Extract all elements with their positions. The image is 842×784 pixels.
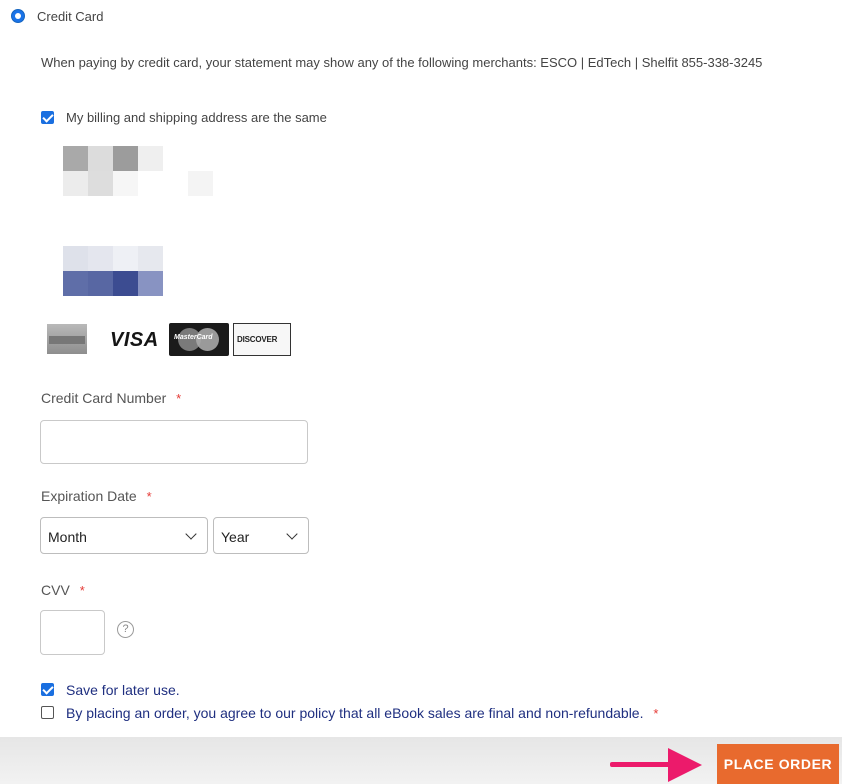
card-number-label-text: Credit Card Number [41,390,167,406]
cvv-label-text: CVV [41,582,70,598]
cvv-input[interactable] [40,610,105,655]
card-number-label: Credit Card Number * [41,390,181,406]
chevron-down-icon [286,528,298,540]
year-selected-value: Year [221,529,250,545]
mastercard-wordmark: MasterCard [174,334,213,341]
mastercard-logo-icon: MasterCard [169,323,229,356]
discover-wordmark: DISCOVER [237,335,278,344]
credit-card-radio[interactable] [11,9,25,23]
order-footer [0,737,842,784]
required-mark: * [176,391,182,406]
required-mark: * [653,706,659,721]
month-selected-value: Month [48,529,87,545]
policy-agree-text: By placing an order, you agree to our po… [66,705,644,721]
place-order-button[interactable]: PLACE ORDER [717,744,839,784]
required-mark: * [79,583,85,598]
amex-band [49,336,85,344]
discover-logo-icon: DISCOVER [233,323,291,356]
billing-same-checkbox[interactable] [41,111,54,124]
amex-logo-icon [47,324,87,354]
visa-logo-icon: VISA [110,329,159,351]
save-for-later-label: Save for later use. [66,682,180,698]
expiration-label-text: Expiration Date [41,488,137,504]
policy-agree-checkbox[interactable] [41,706,54,719]
billing-same-label: My billing and shipping address are the … [66,110,327,125]
annotation-arrow-shaft [610,762,672,767]
card-number-input[interactable] [40,420,308,464]
policy-agree-label: By placing an order, you agree to our po… [66,705,658,721]
cvv-label: CVV * [41,582,85,598]
merchant-notice: When paying by credit card, your stateme… [41,55,763,70]
expiration-label: Expiration Date * [41,488,152,504]
annotation-arrow-icon [668,748,702,782]
cvv-help-icon[interactable]: ? [117,621,134,638]
expiration-year-select[interactable]: Year [213,517,309,554]
save-for-later-checkbox[interactable] [41,683,54,696]
credit-card-radio-label: Credit Card [37,9,104,24]
required-mark: * [146,489,152,504]
chevron-down-icon [185,528,197,540]
expiration-month-select[interactable]: Month [40,517,208,554]
